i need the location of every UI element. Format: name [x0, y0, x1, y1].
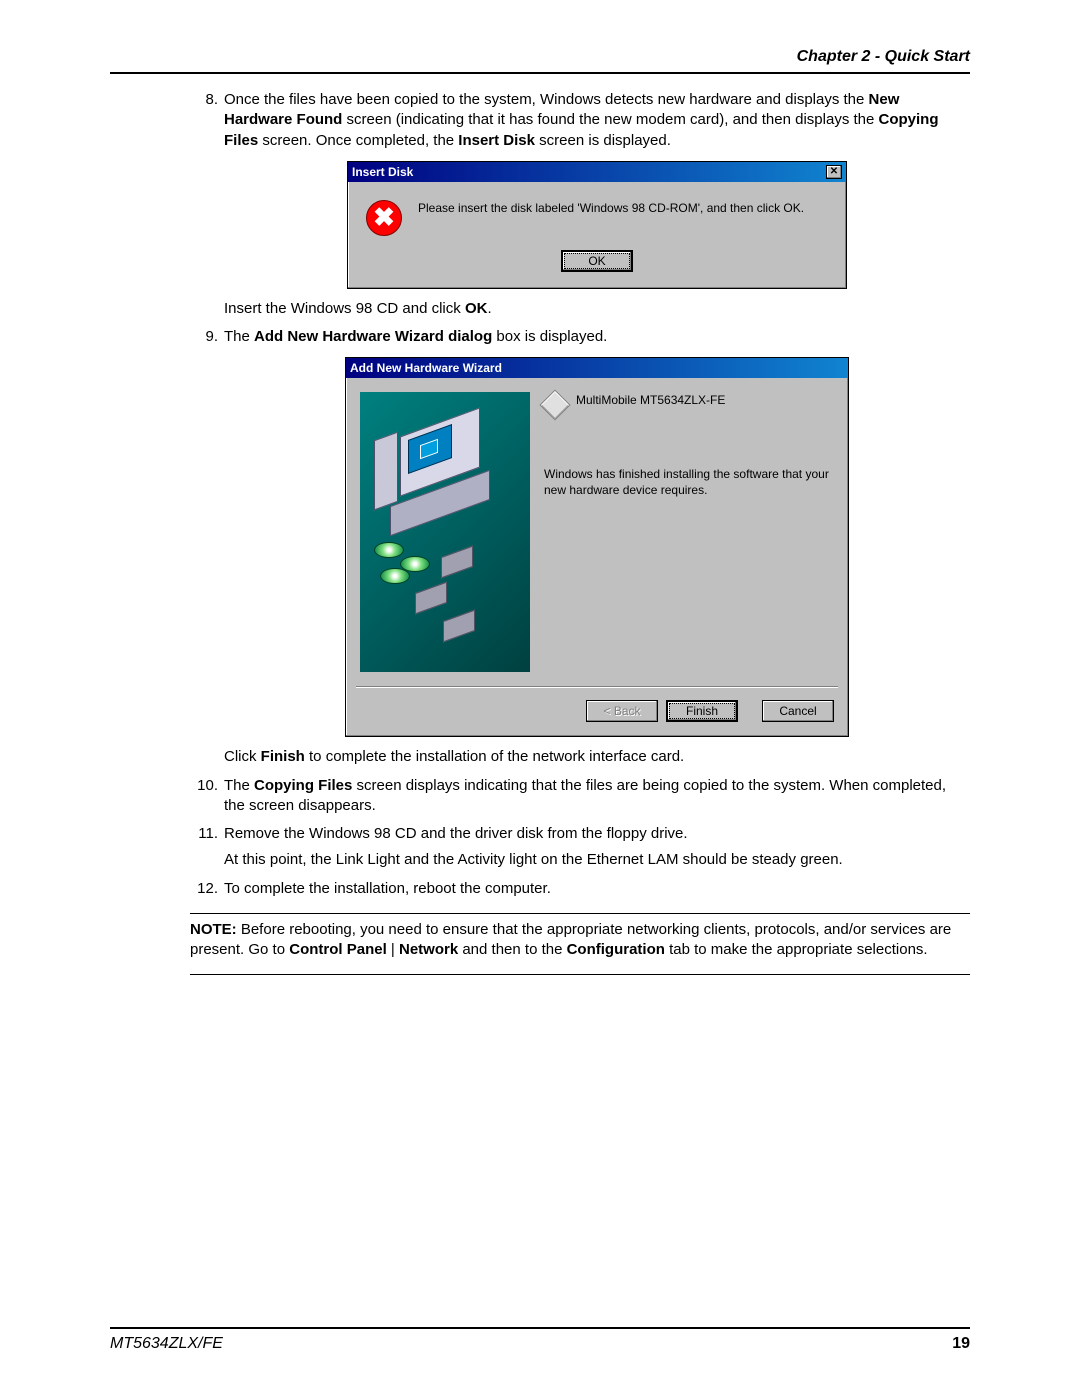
page-header: Chapter 2 - Quick Start — [110, 48, 970, 74]
page-footer: MT5634ZLX/FE 19 — [110, 1327, 970, 1353]
step-12: 12. To complete the installation, reboot… — [190, 879, 970, 899]
separator — [190, 913, 970, 914]
cancel-button[interactable]: Cancel — [762, 700, 834, 722]
step-11: 11. Remove the Windows 98 CD and the dri… — [190, 824, 970, 871]
wizard-message: Windows has finished installing the soft… — [544, 466, 830, 498]
dialog-message: Please insert the disk labeled 'Windows … — [418, 200, 804, 216]
ok-button[interactable]: OK — [561, 250, 633, 272]
step-number: 10. — [190, 776, 218, 796]
finish-button[interactable]: Finish — [666, 700, 738, 722]
step-number: 12. — [190, 879, 218, 899]
step-text: Once the files have been copied to the s… — [224, 91, 939, 149]
step-number: 9. — [190, 327, 218, 347]
step-number: 11. — [190, 824, 218, 844]
close-icon[interactable]: ✕ — [826, 165, 842, 179]
error-icon: ✖ — [366, 200, 402, 236]
step-text: The Add New Hardware Wizard dialog box i… — [224, 328, 607, 345]
step-text: To complete the installation, reboot the… — [224, 880, 551, 897]
back-button: < Back — [586, 700, 658, 722]
hardware-wizard-dialog: Add New Hardware Wizard — [345, 357, 849, 737]
dialog-title: Add New Hardware Wizard — [350, 360, 502, 376]
step-11-line2: At this point, the Link Light and the Ac… — [224, 850, 970, 870]
step-text: Remove the Windows 98 CD and the driver … — [224, 825, 688, 842]
separator — [190, 974, 970, 975]
footer-model: MT5634ZLX/FE — [110, 1335, 223, 1353]
step-number: 8. — [190, 90, 218, 110]
step-8: 8. Once the files have been copied to th… — [190, 90, 970, 319]
dialog-titlebar: Insert Disk ✕ — [348, 162, 846, 182]
step-10: 10. The Copying Files screen displays in… — [190, 776, 970, 817]
wizard-sidebar-art — [360, 392, 530, 672]
step-8-followup: Insert the Windows 98 CD and click OK. — [224, 299, 970, 319]
step-text: The Copying Files screen displays indica… — [224, 777, 946, 814]
note-block: NOTE: Before rebooting, you need to ensu… — [190, 920, 970, 961]
dialog-title: Insert Disk — [352, 164, 413, 180]
dialog-titlebar: Add New Hardware Wizard — [346, 358, 848, 378]
step-9: 9. The Add New Hardware Wizard dialog bo… — [190, 327, 970, 768]
device-name: MultiMobile MT5634ZLX-FE — [576, 392, 725, 408]
device-icon — [539, 390, 570, 421]
insert-disk-dialog: Insert Disk ✕ ✖ Please insert the disk l… — [347, 161, 847, 289]
step-9-followup: Click Finish to complete the installatio… — [224, 747, 970, 767]
footer-page-number: 19 — [952, 1335, 970, 1353]
